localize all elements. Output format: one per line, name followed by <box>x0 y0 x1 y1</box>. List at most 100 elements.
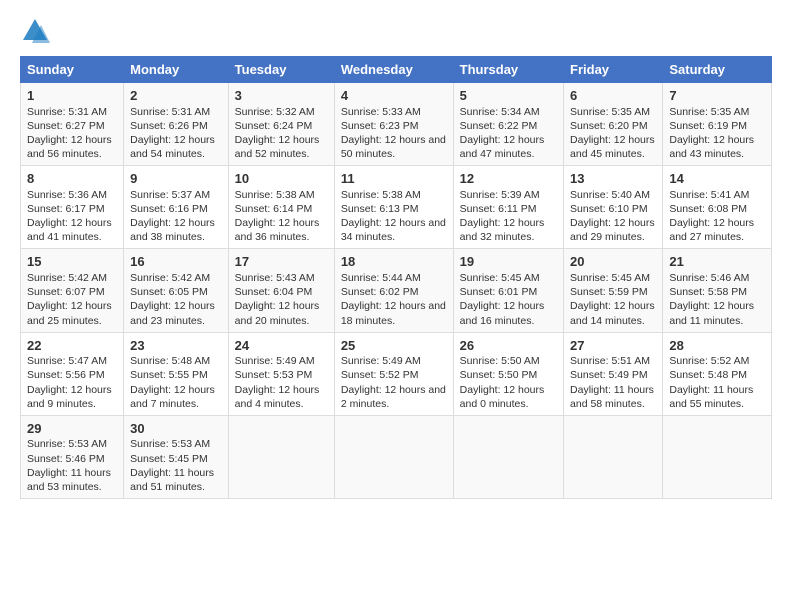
week-row: 8 Sunrise: 5:36 AM Sunset: 6:17 PM Dayli… <box>21 166 772 249</box>
day-number: 15 <box>27 253 117 271</box>
calendar-cell: 8 Sunrise: 5:36 AM Sunset: 6:17 PM Dayli… <box>21 166 124 249</box>
day-number: 5 <box>460 87 557 105</box>
calendar-cell: 9 Sunrise: 5:37 AM Sunset: 6:16 PM Dayli… <box>124 166 229 249</box>
calendar-cell: 26 Sunrise: 5:50 AM Sunset: 5:50 PM Dayl… <box>453 332 563 415</box>
cell-daylight: Daylight: 12 hours and 20 minutes. <box>235 299 328 327</box>
calendar-cell: 21 Sunrise: 5:46 AM Sunset: 5:58 PM Dayl… <box>663 249 772 332</box>
day-number: 29 <box>27 420 117 438</box>
cell-daylight: Daylight: 12 hours and 54 minutes. <box>130 133 222 161</box>
cell-sunset: Sunset: 6:02 PM <box>341 285 447 299</box>
cell-sunset: Sunset: 6:16 PM <box>130 202 222 216</box>
calendar-cell: 30 Sunrise: 5:53 AM Sunset: 5:45 PM Dayl… <box>124 415 229 498</box>
calendar-cell: 2 Sunrise: 5:31 AM Sunset: 6:26 PM Dayli… <box>124 83 229 166</box>
cell-sunrise: Sunrise: 5:49 AM <box>341 354 447 368</box>
cell-sunrise: Sunrise: 5:36 AM <box>27 188 117 202</box>
calendar-table: SundayMondayTuesdayWednesdayThursdayFrid… <box>20 56 772 499</box>
calendar-cell: 10 Sunrise: 5:38 AM Sunset: 6:14 PM Dayl… <box>228 166 334 249</box>
week-row: 1 Sunrise: 5:31 AM Sunset: 6:27 PM Dayli… <box>21 83 772 166</box>
cell-daylight: Daylight: 12 hours and 27 minutes. <box>669 216 765 244</box>
header-day: Sunday <box>21 57 124 83</box>
day-number: 20 <box>570 253 656 271</box>
cell-sunrise: Sunrise: 5:46 AM <box>669 271 765 285</box>
week-row: 22 Sunrise: 5:47 AM Sunset: 5:56 PM Dayl… <box>21 332 772 415</box>
cell-sunset: Sunset: 5:58 PM <box>669 285 765 299</box>
cell-sunrise: Sunrise: 5:35 AM <box>669 105 765 119</box>
calendar-cell: 20 Sunrise: 5:45 AM Sunset: 5:59 PM Dayl… <box>564 249 663 332</box>
day-number: 3 <box>235 87 328 105</box>
cell-sunset: Sunset: 6:01 PM <box>460 285 557 299</box>
day-number: 17 <box>235 253 328 271</box>
cell-daylight: Daylight: 12 hours and 25 minutes. <box>27 299 117 327</box>
cell-daylight: Daylight: 12 hours and 43 minutes. <box>669 133 765 161</box>
cell-daylight: Daylight: 12 hours and 56 minutes. <box>27 133 117 161</box>
cell-sunrise: Sunrise: 5:53 AM <box>130 437 222 451</box>
cell-sunset: Sunset: 6:24 PM <box>235 119 328 133</box>
cell-sunrise: Sunrise: 5:50 AM <box>460 354 557 368</box>
cell-daylight: Daylight: 12 hours and 4 minutes. <box>235 383 328 411</box>
calendar-cell: 15 Sunrise: 5:42 AM Sunset: 6:07 PM Dayl… <box>21 249 124 332</box>
cell-daylight: Daylight: 12 hours and 18 minutes. <box>341 299 447 327</box>
day-number: 24 <box>235 337 328 355</box>
header-row: SundayMondayTuesdayWednesdayThursdayFrid… <box>21 57 772 83</box>
page: SundayMondayTuesdayWednesdayThursdayFrid… <box>0 0 792 509</box>
cell-daylight: Daylight: 12 hours and 50 minutes. <box>341 133 447 161</box>
cell-sunset: Sunset: 6:10 PM <box>570 202 656 216</box>
cell-daylight: Daylight: 12 hours and 14 minutes. <box>570 299 656 327</box>
calendar-cell: 7 Sunrise: 5:35 AM Sunset: 6:19 PM Dayli… <box>663 83 772 166</box>
day-number: 23 <box>130 337 222 355</box>
calendar-cell: 3 Sunrise: 5:32 AM Sunset: 6:24 PM Dayli… <box>228 83 334 166</box>
cell-daylight: Daylight: 11 hours and 55 minutes. <box>669 383 765 411</box>
cell-sunrise: Sunrise: 5:42 AM <box>130 271 222 285</box>
week-row: 29 Sunrise: 5:53 AM Sunset: 5:46 PM Dayl… <box>21 415 772 498</box>
cell-sunrise: Sunrise: 5:34 AM <box>460 105 557 119</box>
cell-sunset: Sunset: 5:50 PM <box>460 368 557 382</box>
calendar-cell: 28 Sunrise: 5:52 AM Sunset: 5:48 PM Dayl… <box>663 332 772 415</box>
calendar-header: SundayMondayTuesdayWednesdayThursdayFrid… <box>21 57 772 83</box>
cell-sunset: Sunset: 6:27 PM <box>27 119 117 133</box>
day-number: 11 <box>341 170 447 188</box>
day-number: 26 <box>460 337 557 355</box>
cell-daylight: Daylight: 11 hours and 58 minutes. <box>570 383 656 411</box>
cell-sunset: Sunset: 6:04 PM <box>235 285 328 299</box>
cell-sunrise: Sunrise: 5:51 AM <box>570 354 656 368</box>
cell-sunset: Sunset: 6:23 PM <box>341 119 447 133</box>
cell-sunset: Sunset: 5:48 PM <box>669 368 765 382</box>
calendar-cell: 22 Sunrise: 5:47 AM Sunset: 5:56 PM Dayl… <box>21 332 124 415</box>
cell-daylight: Daylight: 12 hours and 41 minutes. <box>27 216 117 244</box>
cell-sunset: Sunset: 5:53 PM <box>235 368 328 382</box>
calendar-cell: 4 Sunrise: 5:33 AM Sunset: 6:23 PM Dayli… <box>334 83 453 166</box>
cell-daylight: Daylight: 12 hours and 52 minutes. <box>235 133 328 161</box>
cell-daylight: Daylight: 12 hours and 38 minutes. <box>130 216 222 244</box>
cell-sunrise: Sunrise: 5:45 AM <box>460 271 557 285</box>
cell-sunrise: Sunrise: 5:52 AM <box>669 354 765 368</box>
header-day: Monday <box>124 57 229 83</box>
day-number: 9 <box>130 170 222 188</box>
cell-daylight: Daylight: 12 hours and 23 minutes. <box>130 299 222 327</box>
cell-sunset: Sunset: 5:46 PM <box>27 452 117 466</box>
cell-sunrise: Sunrise: 5:38 AM <box>235 188 328 202</box>
cell-sunset: Sunset: 6:17 PM <box>27 202 117 216</box>
cell-sunrise: Sunrise: 5:42 AM <box>27 271 117 285</box>
cell-sunrise: Sunrise: 5:31 AM <box>27 105 117 119</box>
cell-sunset: Sunset: 6:22 PM <box>460 119 557 133</box>
cell-daylight: Daylight: 12 hours and 32 minutes. <box>460 216 557 244</box>
day-number: 2 <box>130 87 222 105</box>
calendar-cell: 23 Sunrise: 5:48 AM Sunset: 5:55 PM Dayl… <box>124 332 229 415</box>
logo-icon <box>20 16 50 46</box>
cell-sunrise: Sunrise: 5:37 AM <box>130 188 222 202</box>
logo <box>20 16 54 46</box>
cell-sunset: Sunset: 6:11 PM <box>460 202 557 216</box>
cell-sunset: Sunset: 5:55 PM <box>130 368 222 382</box>
header-day: Tuesday <box>228 57 334 83</box>
cell-sunrise: Sunrise: 5:53 AM <box>27 437 117 451</box>
day-number: 13 <box>570 170 656 188</box>
calendar-cell: 18 Sunrise: 5:44 AM Sunset: 6:02 PM Dayl… <box>334 249 453 332</box>
day-number: 1 <box>27 87 117 105</box>
cell-sunset: Sunset: 6:14 PM <box>235 202 328 216</box>
cell-sunrise: Sunrise: 5:40 AM <box>570 188 656 202</box>
calendar-cell: 5 Sunrise: 5:34 AM Sunset: 6:22 PM Dayli… <box>453 83 563 166</box>
cell-sunrise: Sunrise: 5:47 AM <box>27 354 117 368</box>
cell-sunset: Sunset: 6:19 PM <box>669 119 765 133</box>
calendar-cell <box>453 415 563 498</box>
day-number: 28 <box>669 337 765 355</box>
